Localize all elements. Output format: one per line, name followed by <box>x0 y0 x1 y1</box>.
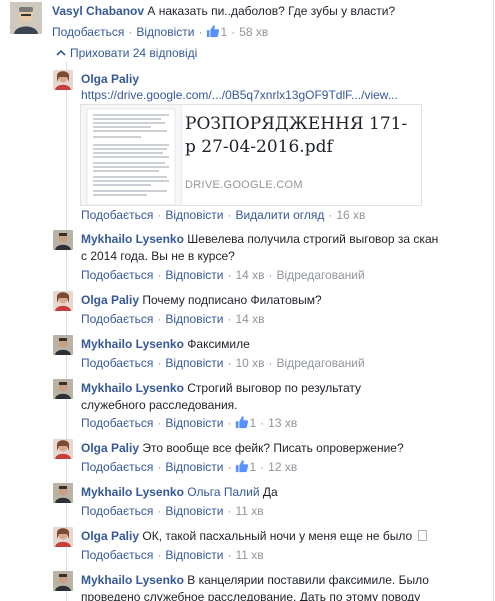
reply-thread-line <box>66 62 67 601</box>
avatar[interactable] <box>10 2 42 34</box>
mention-link[interactable]: Ольга Палий <box>187 485 259 499</box>
like-button[interactable]: Подобається <box>81 504 153 518</box>
like-button[interactable]: Подобається <box>52 25 124 39</box>
shared-link: https://drive.google.com/.../0B5q7xnrlx1… <box>81 87 398 103</box>
hide-replies-label[interactable]: Приховати 24 відповіді <box>70 46 197 60</box>
preview-title[interactable]: РОЗПОРЯДЖЕННЯ 171-р 27-04-2016.pdf <box>185 113 417 159</box>
comment-actions: Подобається · Відповісти · 11 хв <box>81 504 264 518</box>
like-button[interactable]: Подобається <box>81 460 153 474</box>
author-name[interactable]: Olga Paliy <box>81 529 139 543</box>
comment-actions: Подобається · Відповісти · Видалити огляд · 16… <box>81 208 366 222</box>
reply-button[interactable]: Відповісти <box>165 416 223 430</box>
author-name[interactable]: Mykhailo Lysenko <box>81 232 184 246</box>
avatar[interactable] <box>53 70 73 90</box>
author-name[interactable]: Mykhailo Lysenko <box>81 337 184 351</box>
edited-label[interactable]: Відредагований <box>277 356 365 370</box>
avatar[interactable] <box>53 335 73 355</box>
thumbs-up-icon[interactable] <box>206 24 220 38</box>
author-name[interactable]: Olga Paliy <box>81 72 139 86</box>
avatar[interactable] <box>53 439 73 459</box>
reply-body: Olga Paliy ОК, такой пасхальный ночи у м… <box>81 528 427 544</box>
timestamp[interactable]: 10 хв <box>235 356 264 370</box>
reply-button[interactable]: Відповісти <box>136 25 194 39</box>
reply-header: Olga Paliy <box>81 71 139 87</box>
edited-label[interactable]: Відредагований <box>277 268 365 282</box>
like-button[interactable]: Подобається <box>81 356 153 370</box>
reply-body: Olga Paliy Почему подписано Филатовым? <box>81 292 322 308</box>
timestamp[interactable]: 16 хв <box>336 208 365 222</box>
hide-replies-toggle[interactable]: Приховати 24 відповіді <box>56 46 197 60</box>
reply-body: Mykhailo Lysenko Ольга Палий Да <box>81 484 278 500</box>
reply-button[interactable]: Відповісти <box>165 548 223 562</box>
comment-actions: Подобається · Відповісти · 14 хв · Відредагова… <box>81 268 365 282</box>
avatar[interactable] <box>53 291 73 311</box>
avatar[interactable] <box>53 483 73 503</box>
drive-link[interactable]: https://drive.google.com/.../0B5q7xnrlx1… <box>81 88 398 102</box>
author-name[interactable]: Mykhailo Lysenko <box>81 381 184 395</box>
link-preview-card[interactable]: РОЗПОРЯДЖЕННЯ 171-р 27-04-2016.pdf DRIVE… <box>80 104 422 206</box>
chevron-up-icon <box>56 49 66 56</box>
author-name[interactable]: Olga Paliy <box>81 441 139 455</box>
avatar[interactable] <box>53 379 73 399</box>
reply-body: Mykhailo Lysenko Факсимиле <box>81 336 250 352</box>
avatar[interactable] <box>53 230 73 250</box>
timestamp[interactable]: 14 хв <box>235 268 264 282</box>
comment-text: Факсимиле <box>187 337 250 351</box>
like-button[interactable]: Подобається <box>81 548 153 562</box>
reply-body: Olga Paliy Это вообще все фейк? Писать о… <box>81 440 404 456</box>
author-name[interactable]: Mykhailo Lysenko <box>81 485 184 499</box>
document-thumbnail <box>81 105 182 205</box>
emoji-placeholder-icon <box>417 530 427 541</box>
like-button[interactable]: Подобається <box>81 208 153 222</box>
avatar[interactable] <box>53 527 73 547</box>
reply-button[interactable]: Відповісти <box>165 460 223 474</box>
thumbs-up-icon[interactable] <box>235 459 249 473</box>
timestamp[interactable]: 13 хв <box>268 416 297 430</box>
comment-actions: Подобається · Відповісти · 1 · 12 хв <box>81 459 298 474</box>
timestamp[interactable]: 14 хв <box>235 312 264 326</box>
remove-preview-button[interactable]: Видалити огляд <box>235 208 324 222</box>
comments-panel: Vasyl Chabanov А наказать пи..даболов? Г… <box>0 0 494 601</box>
comment-actions: Подобається · Відповісти · 10 хв · Відредагова… <box>81 356 365 370</box>
reply-body: Mykhailo Lysenko Шевелева получила строг… <box>81 231 441 264</box>
comment-actions: Подобається · Відповісти · 1 · 58 хв <box>52 24 269 39</box>
reply-body: Mykhailo Lysenko Строгий выговор по резу… <box>81 380 411 413</box>
reply-body: Mykhailo Lysenko В канцелярии поставили … <box>81 572 441 601</box>
avatar[interactable] <box>53 571 73 591</box>
comment-actions: Подобається · Відповісти · 1 · 13 хв <box>81 415 298 430</box>
author-name[interactable]: Olga Paliy <box>81 293 139 307</box>
reply-button[interactable]: Відповісти <box>165 504 223 518</box>
timestamp[interactable]: 11 хв <box>235 548 263 562</box>
timestamp[interactable]: 11 хв <box>235 504 263 518</box>
comment-text: ОК, такой пасхальный ночи у меня еще не … <box>142 529 413 543</box>
author-name[interactable]: Mykhailo Lysenko <box>81 573 184 587</box>
thumbs-up-icon[interactable] <box>235 415 249 429</box>
author-name[interactable]: Vasyl Chabanov <box>52 4 144 18</box>
comment-text: Да <box>262 485 278 499</box>
comment-text: А наказать пи..даболов? Где зубы у власт… <box>147 4 396 18</box>
reply-button[interactable]: Відповісти <box>165 268 223 282</box>
comment-actions: Подобається · Відповісти · 14 хв <box>81 312 265 326</box>
reply-button[interactable]: Відповісти <box>165 356 223 370</box>
like-button[interactable]: Подобається <box>81 312 153 326</box>
comment-text: Это вообще все фейк? Писать опровержение… <box>142 441 404 455</box>
like-button[interactable]: Подобається <box>81 268 153 282</box>
preview-domain: DRIVE.GOOGLE.COM <box>185 179 303 191</box>
reply-button[interactable]: Відповісти <box>165 208 223 222</box>
reply-button[interactable]: Відповісти <box>165 312 223 326</box>
comment-actions: Подобається · Відповісти · 11 хв <box>81 548 264 562</box>
comment-text: Почему подписано Филатовым? <box>142 293 322 307</box>
timestamp[interactable]: 58 хв <box>239 25 268 39</box>
like-button[interactable]: Подобається <box>81 416 153 430</box>
comment-line: Vasyl Chabanov А наказать пи..даболов? Г… <box>52 3 395 19</box>
timestamp[interactable]: 12 хв <box>268 460 297 474</box>
